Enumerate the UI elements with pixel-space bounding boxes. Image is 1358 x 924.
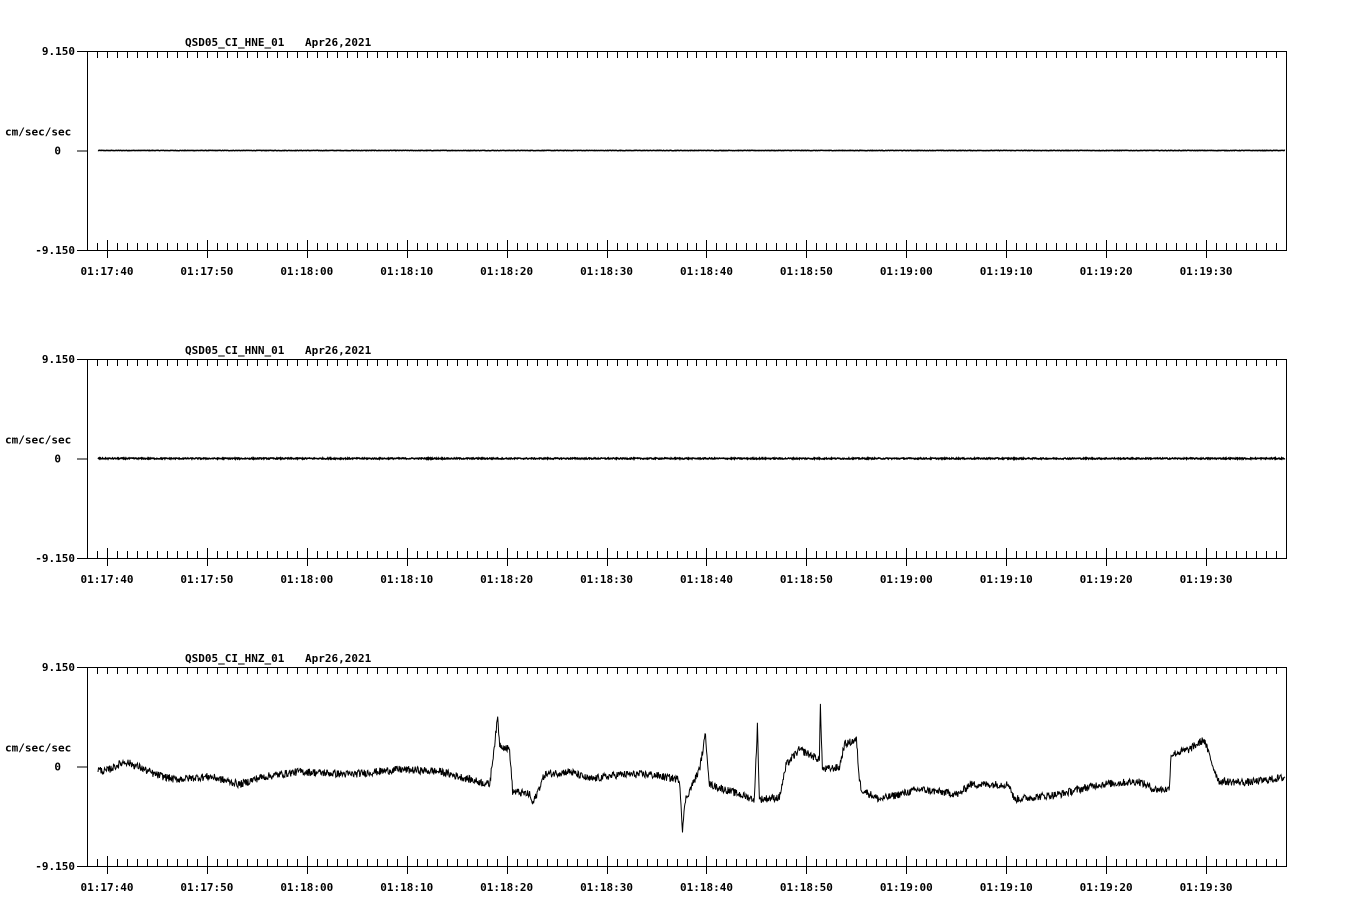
plot-date: Apr26,2021 bbox=[305, 652, 372, 665]
xtick-label: 01:19:10 bbox=[980, 265, 1033, 278]
xtick-label: 01:17:50 bbox=[180, 265, 233, 278]
xtick-label: 01:18:20 bbox=[480, 265, 533, 278]
xtick-label: 01:19:00 bbox=[880, 573, 933, 586]
xtick-label: 01:17:40 bbox=[80, 573, 133, 586]
ytick-label-max: 9.150 bbox=[42, 661, 75, 674]
xtick-label: 01:18:00 bbox=[280, 573, 333, 586]
xtick-label: 01:19:10 bbox=[980, 573, 1033, 586]
plot-panel-qsd05_ci_hnn_01: QSD05_CI_HNN_01 Apr26,2021 9.150 0 -9.150 cm/… bbox=[5, 344, 1287, 586]
plot-panel-qsd05_ci_hnz_01: QSD05_CI_HNZ_01 Apr26,2021 9.150 0 -9.150 cm/… bbox=[5, 652, 1287, 894]
xtick-label: 01:18:20 bbox=[480, 573, 533, 586]
xtick-label: 01:18:30 bbox=[580, 573, 633, 586]
plot-date: Apr26,2021 bbox=[305, 36, 372, 49]
xtick-label: 01:18:10 bbox=[380, 265, 433, 278]
xtick-label: 01:17:40 bbox=[80, 265, 133, 278]
trace-line bbox=[97, 456, 1286, 462]
ytick-label-min: -9.150 bbox=[35, 552, 75, 565]
xtick-label: 01:18:00 bbox=[280, 881, 333, 894]
y-axis-label: cm/sec/sec bbox=[5, 742, 71, 755]
xtick-label: 01:18:10 bbox=[380, 573, 433, 586]
xtick-label: 01:17:50 bbox=[180, 573, 233, 586]
xtick-label: 01:18:50 bbox=[780, 881, 833, 894]
xtick-label: 01:19:10 bbox=[980, 881, 1033, 894]
plot-title: QSD05_CI_HNN_01 bbox=[185, 344, 285, 357]
xtick-label: 01:18:30 bbox=[580, 881, 633, 894]
ytick-label-min: -9.150 bbox=[35, 244, 75, 257]
xtick-label: 01:19:20 bbox=[1080, 573, 1133, 586]
xtick-label: 01:17:40 bbox=[80, 881, 133, 894]
ytick-label-max: 9.150 bbox=[42, 353, 75, 366]
xtick-label: 01:19:30 bbox=[1180, 573, 1233, 586]
plot-title: QSD05_CI_HNZ_01 bbox=[185, 652, 285, 665]
trace-line bbox=[97, 703, 1286, 833]
xtick-label: 01:19:00 bbox=[880, 881, 933, 894]
ytick-label-min: -9.150 bbox=[35, 860, 75, 873]
ytick-label-zero: 0 bbox=[54, 145, 61, 158]
xtick-label: 01:18:40 bbox=[680, 265, 733, 278]
xtick-label: 01:19:30 bbox=[1180, 265, 1233, 278]
plot-frame bbox=[87, 667, 1287, 867]
xtick-label: 01:18:40 bbox=[680, 881, 733, 894]
plot-date: Apr26,2021 bbox=[305, 344, 372, 357]
seismogram-figure: QSD05_CI_HNE_01 Apr26,2021 9.150 0 -9.150 cm/… bbox=[5, 36, 1287, 894]
xtick-label: 01:18:50 bbox=[780, 573, 833, 586]
xtick-label: 01:18:10 bbox=[380, 881, 433, 894]
xtick-label: 01:18:30 bbox=[580, 265, 633, 278]
y-axis-label: cm/sec/sec bbox=[5, 434, 71, 447]
ytick-label-max: 9.150 bbox=[42, 45, 75, 58]
xtick-label: 01:19:20 bbox=[1080, 265, 1133, 278]
ytick-label-zero: 0 bbox=[54, 761, 61, 774]
y-axis-label: cm/sec/sec bbox=[5, 126, 71, 139]
xtick-label: 01:19:20 bbox=[1080, 881, 1133, 894]
plot-title: QSD05_CI_HNE_01 bbox=[185, 36, 285, 49]
ytick-label-zero: 0 bbox=[54, 453, 61, 466]
plot-panel-qsd05_ci_hne_01: QSD05_CI_HNE_01 Apr26,2021 9.150 0 -9.150 cm/… bbox=[5, 36, 1287, 278]
xtick-label: 01:18:00 bbox=[280, 265, 333, 278]
xtick-label: 01:18:20 bbox=[480, 881, 533, 894]
xtick-label: 01:18:40 bbox=[680, 573, 733, 586]
xtick-label: 01:19:00 bbox=[880, 265, 933, 278]
xtick-label: 01:18:50 bbox=[780, 265, 833, 278]
xtick-label: 01:17:50 bbox=[180, 881, 233, 894]
xtick-label: 01:19:30 bbox=[1180, 881, 1233, 894]
